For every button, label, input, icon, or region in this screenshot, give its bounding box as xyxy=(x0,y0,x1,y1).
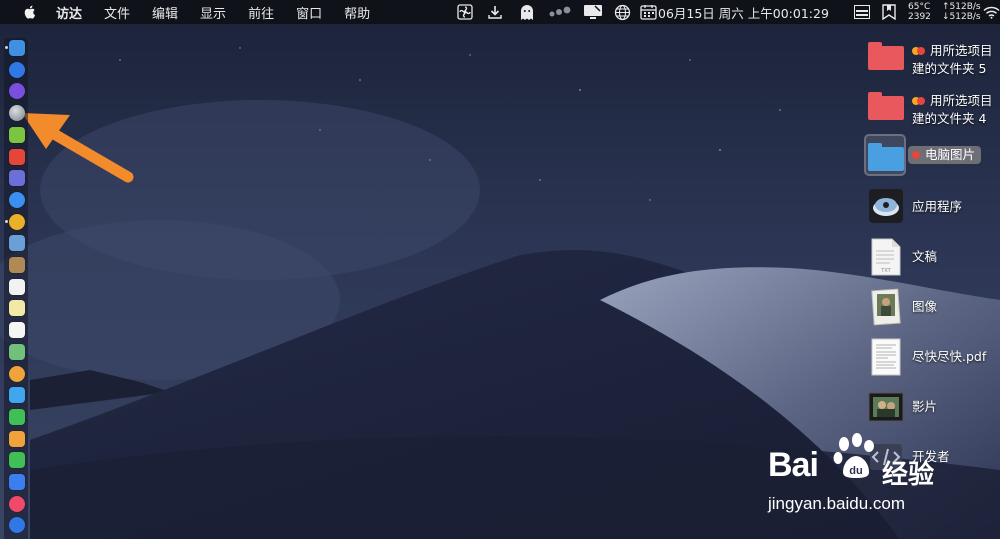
preview-icon[interactable] xyxy=(9,235,25,252)
svg-text:du: du xyxy=(849,465,862,477)
menu-edit[interactable]: 编辑 xyxy=(152,3,178,22)
app-store-bottom-icon[interactable] xyxy=(9,517,25,534)
siri-icon[interactable] xyxy=(9,83,25,100)
red-folder-icon xyxy=(868,42,904,70)
desktop-documents[interactable]: TXT 文稿 xyxy=(862,236,1000,280)
ghost-icon[interactable] xyxy=(517,0,537,24)
app-store-icon[interactable] xyxy=(9,61,25,78)
menu-view[interactable]: 显示 xyxy=(200,3,226,22)
fan-status-icon[interactable] xyxy=(455,0,475,24)
launchpad-icon[interactable] xyxy=(9,105,25,122)
calendar-status-icon[interactable] xyxy=(638,0,658,24)
pages-icon[interactable] xyxy=(9,430,25,447)
android-icon[interactable] xyxy=(9,126,25,143)
red-tag-icon xyxy=(917,96,925,105)
cpu-temperature: 65°C xyxy=(908,2,931,12)
orange-arrow-annotation xyxy=(22,113,134,183)
item-label: 文稿 xyxy=(912,249,938,264)
notes-icon[interactable] xyxy=(9,300,25,317)
folder-label-line1: 用所选项目 xyxy=(929,43,993,58)
calendar-app-icon[interactable] xyxy=(9,148,25,165)
svg-text:TXT: TXT xyxy=(880,268,891,274)
safari-icon[interactable] xyxy=(9,191,25,208)
chrome-icon[interactable] xyxy=(9,213,25,230)
menu-finder[interactable]: 访达 xyxy=(56,3,82,22)
red-tag-icon xyxy=(917,46,925,55)
messages-icon[interactable] xyxy=(9,387,25,404)
image-file-icon xyxy=(871,288,901,326)
running-indicator xyxy=(5,219,8,223)
keynote-icon[interactable] xyxy=(9,474,25,490)
item-label: 影片 xyxy=(912,399,938,414)
calendar-icon[interactable] xyxy=(9,278,25,295)
bookmark-icon[interactable] xyxy=(880,0,898,24)
menu-bar: 访达 文件 编辑 显示 前往 窗口 帮助 06月15日 周六 上午00:01:2… xyxy=(0,0,1000,24)
applications-icon xyxy=(869,189,903,223)
music-icon[interactable] xyxy=(9,495,25,512)
movie-file-icon xyxy=(868,392,904,422)
folder-label: 用所选项目 建的文件夹 5 xyxy=(912,42,993,78)
download-icon[interactable] xyxy=(485,0,505,24)
item-label: 尽快尽快.pdf xyxy=(912,349,987,364)
item-label: 应用程序 xyxy=(912,199,963,214)
finder-icon[interactable] xyxy=(9,40,25,56)
desktop-folder-5[interactable]: 用所选项目 建的文件夹 5 xyxy=(862,36,1000,80)
reminders-icon[interactable] xyxy=(9,322,25,339)
desktop-applications[interactable]: 应用程序 xyxy=(862,186,1000,230)
watermark-url: jingyan.baidu.com xyxy=(768,494,906,513)
network-speed[interactable]: ↑512B/s ↓512B/s xyxy=(942,0,981,24)
dock xyxy=(4,38,28,539)
facetime-icon[interactable] xyxy=(9,408,25,425)
folder-label: 电脑图片 xyxy=(908,146,981,164)
numbers-icon[interactable] xyxy=(9,452,25,469)
menu-go[interactable]: 前往 xyxy=(248,3,274,22)
folder-label-line1: 用所选项目 xyxy=(929,93,993,108)
desktop-folder-photos[interactable]: 电脑图片 xyxy=(862,134,1000,180)
maps-icon[interactable] xyxy=(9,343,25,360)
blue-folder-icon xyxy=(868,143,904,171)
folder-label-line2: 建的文件夹 4 xyxy=(912,111,987,126)
dots-icon[interactable] xyxy=(547,0,573,24)
desktop-images[interactable]: 图像 xyxy=(862,286,1000,330)
baidu-paw-logo: du xyxy=(833,433,874,478)
watermark-brand: Bai xyxy=(768,446,819,484)
photos-icon[interactable] xyxy=(9,365,25,382)
running-indicator xyxy=(5,46,8,49)
text-document-icon: TXT xyxy=(871,238,901,276)
pdf-file-icon xyxy=(871,338,901,376)
apple-menu-icon[interactable] xyxy=(22,4,36,20)
folder-label: 用所选项目 建的文件夹 4 xyxy=(912,92,993,128)
wifi-icon[interactable] xyxy=(982,0,1000,24)
desktop-folder-4[interactable]: 用所选项目 建的文件夹 4 xyxy=(862,86,1000,130)
upload-speed: ↑512B/s xyxy=(942,2,981,12)
watermark-brand-cn: 经验 xyxy=(882,460,935,490)
clock[interactable]: 06月15日 周六 上午00:01:29 xyxy=(658,0,829,24)
desktop-movies[interactable]: 影片 xyxy=(862,386,1000,430)
menu-help[interactable]: 帮助 xyxy=(344,3,370,22)
item-label: 图像 xyxy=(912,299,938,314)
window-manager-icon[interactable] xyxy=(853,0,871,24)
fan-rpm: 2392 xyxy=(908,12,931,22)
globe-icon[interactable] xyxy=(612,0,632,24)
folder-label-line2: 建的文件夹 5 xyxy=(912,61,987,76)
baidu-watermark: du Bai 经验 jingyan.baidu.com xyxy=(764,433,1000,528)
menu-window[interactable]: 窗口 xyxy=(296,3,322,22)
display-icon[interactable] xyxy=(582,0,604,24)
calculator-icon[interactable] xyxy=(9,170,25,187)
desktop-pdf[interactable]: 尽快尽快.pdf xyxy=(862,336,1000,380)
sensor-readout[interactable]: 65°C 2392 xyxy=(908,0,940,24)
red-tag-icon xyxy=(912,150,920,159)
folder-label-text: 电脑图片 xyxy=(924,147,975,162)
contacts-icon[interactable] xyxy=(9,257,25,273)
download-speed: ↓512B/s xyxy=(942,12,981,22)
red-folder-icon xyxy=(868,92,904,120)
menu-file[interactable]: 文件 xyxy=(104,3,130,22)
